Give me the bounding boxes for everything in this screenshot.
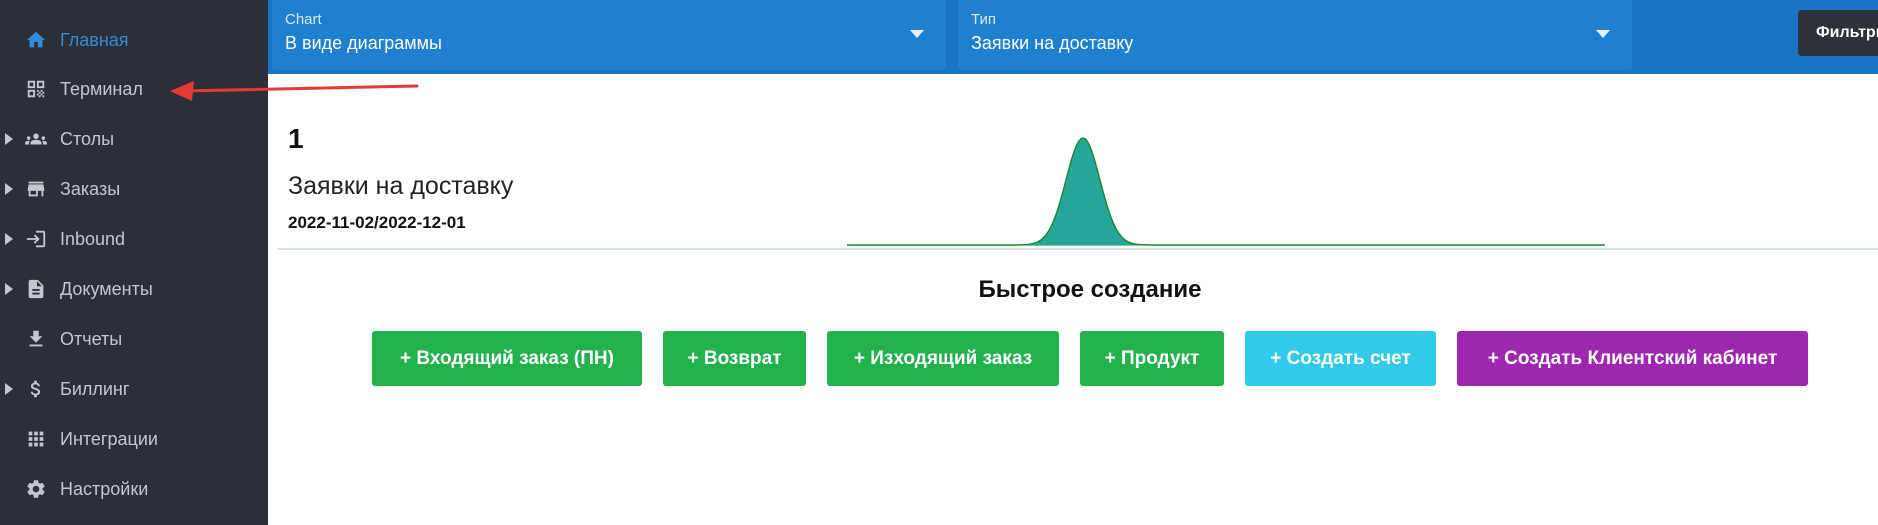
sidebar-item-label: Отчеты bbox=[60, 328, 123, 349]
sidebar-item-label: Главная bbox=[60, 29, 129, 50]
request-count: 1 bbox=[288, 123, 304, 154]
chart-area bbox=[847, 137, 1605, 246]
sidebar-item-label: Терминал bbox=[60, 78, 143, 99]
sidebar-item-home[interactable]: Главная bbox=[0, 20, 268, 60]
date-range: 2022-11-02/2022-12-01 bbox=[288, 213, 466, 232]
store-icon bbox=[24, 177, 48, 201]
sidebar-item-label: Inbound bbox=[60, 228, 126, 249]
gear-icon bbox=[24, 477, 48, 501]
sidebar-item-label: Биллинг bbox=[60, 378, 130, 399]
create-invoice-button[interactable]: + Создать счет bbox=[1245, 331, 1436, 386]
create-inbound-order-button[interactable]: + Входящий заказ (ПН) bbox=[372, 331, 642, 386]
dollar-icon bbox=[24, 377, 48, 401]
apps-grid-icon bbox=[24, 427, 48, 451]
sidebar-item-reports[interactable]: Отчеты bbox=[0, 319, 268, 359]
chart-select-value: В виде диаграммы bbox=[285, 33, 442, 53]
type-select-value: Заявки на доставку bbox=[971, 33, 1134, 53]
sidebar-item-billing[interactable]: Биллинг bbox=[0, 369, 268, 409]
sidebar-item-tables[interactable]: Столы bbox=[0, 119, 268, 159]
sidebar-item-settings[interactable]: Настройки bbox=[0, 469, 268, 509]
divider bbox=[278, 248, 1878, 250]
sidebar-item-inbound[interactable]: Inbound bbox=[0, 219, 268, 259]
create-client-cabinet-button[interactable]: + Создать Клиентский кабинет bbox=[1457, 331, 1808, 386]
dropdown-arrow-icon bbox=[1596, 30, 1610, 38]
chart-select[interactable]: Chart В виде диаграммы bbox=[272, 0, 946, 70]
type-select[interactable]: Тип Заявки на доставку bbox=[958, 0, 1632, 70]
annotation-arrow-icon bbox=[170, 81, 419, 101]
sidebar-item-label: Настройки bbox=[60, 478, 149, 499]
dropdown-arrow-icon bbox=[910, 30, 924, 38]
sidebar-item-label: Столы bbox=[60, 128, 115, 149]
download-icon bbox=[24, 327, 48, 351]
sidebar-item-integrations[interactable]: Интеграции bbox=[0, 419, 268, 459]
create-product-button[interactable]: + Продукт bbox=[1080, 331, 1224, 386]
quick-create-title: Быстрое создание bbox=[978, 276, 1202, 303]
expand-caret-icon[interactable] bbox=[5, 383, 13, 395]
summary-title: Заявки на доставку bbox=[288, 172, 514, 200]
qr-code-icon bbox=[24, 77, 48, 101]
people-icon bbox=[24, 127, 48, 151]
chart-select-label: Chart bbox=[285, 11, 322, 28]
sidebar-item-label: Заказы bbox=[60, 178, 121, 199]
expand-caret-icon[interactable] bbox=[5, 233, 13, 245]
home-icon bbox=[24, 28, 48, 52]
filters-button[interactable]: Фильтры bbox=[1798, 10, 1878, 56]
create-outbound-order-button[interactable]: + Изходящий заказ bbox=[827, 331, 1059, 386]
sidebar-item-label: Интеграции bbox=[60, 428, 158, 449]
expand-caret-icon[interactable] bbox=[5, 133, 13, 145]
sidebar-item-orders[interactable]: Заказы bbox=[0, 169, 268, 209]
type-select-label: Тип bbox=[971, 11, 997, 28]
login-icon bbox=[24, 227, 48, 251]
sparkline-chart bbox=[847, 137, 1605, 246]
create-return-button[interactable]: + Возврат bbox=[663, 331, 806, 386]
expand-caret-icon[interactable] bbox=[5, 183, 13, 195]
